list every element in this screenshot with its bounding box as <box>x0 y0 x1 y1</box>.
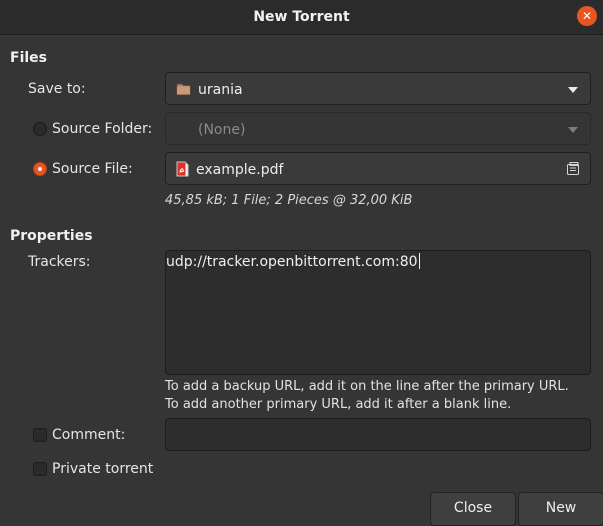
window-close-button[interactable]: ✕ <box>577 6 597 26</box>
private-torrent-label[interactable]: Private torrent <box>52 461 153 477</box>
trackers-text: udp://tracker.openbittorrent.com:80 <box>166 253 420 270</box>
close-icon: ✕ <box>581 9 593 23</box>
private-torrent-checkbox[interactable] <box>33 462 47 476</box>
trackers-value: udp://tracker.openbittorrent.com:80 <box>166 254 418 270</box>
source-file-chooser[interactable]: example.pdf <box>165 152 591 185</box>
comment-label[interactable]: Comment: <box>52 427 125 443</box>
window-title: New Torrent <box>253 9 350 25</box>
pdf-file-icon <box>176 161 189 177</box>
document-open-icon <box>567 162 579 175</box>
trackers-hint-line-1: To add a backup URL, add it on the line … <box>165 379 569 394</box>
source-folder-value: (None) <box>198 122 246 138</box>
trackers-hint-line-2: To add another primary URL, add it after… <box>165 397 512 412</box>
save-to-label: Save to: <box>28 81 86 97</box>
source-file-label[interactable]: Source File: <box>52 161 133 177</box>
trackers-label: Trackers: <box>28 254 91 270</box>
comment-checkbox[interactable] <box>33 428 47 442</box>
chevron-down-icon <box>568 127 578 133</box>
source-file-value: example.pdf <box>196 162 284 178</box>
title-bar: New Torrent ✕ <box>0 0 603 35</box>
new-button[interactable]: New <box>518 492 603 526</box>
trackers-textarea[interactable]: udp://tracker.openbittorrent.com:80 <box>165 250 591 375</box>
close-button[interactable]: Close <box>430 492 516 526</box>
comment-field[interactable] <box>165 418 591 451</box>
save-to-value: urania <box>198 82 243 98</box>
save-to-combo[interactable]: urania <box>165 72 591 105</box>
properties-heading: Properties <box>10 228 93 244</box>
folder-icon <box>176 83 191 95</box>
chevron-down-icon <box>568 87 578 93</box>
source-folder-radio[interactable] <box>33 122 47 136</box>
files-heading: Files <box>10 50 47 66</box>
text-cursor <box>418 253 420 269</box>
source-file-radio[interactable] <box>33 162 47 176</box>
source-folder-combo[interactable]: (None) <box>165 112 591 145</box>
file-info-text: 45,85 kB; 1 File; 2 Pieces @ 32,00 KiB <box>165 193 413 208</box>
source-folder-label[interactable]: Source Folder: <box>52 121 152 137</box>
